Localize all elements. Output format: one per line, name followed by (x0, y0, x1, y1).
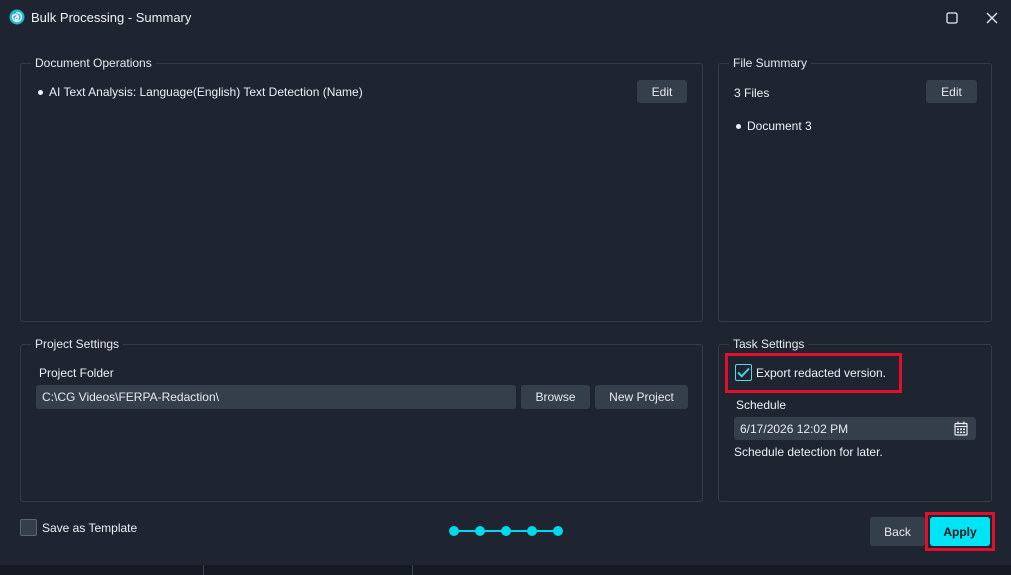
file-summary-legend: File Summary (729, 56, 812, 70)
file-item-label: Document 3 (747, 119, 812, 133)
progress-step-5 (553, 526, 563, 536)
bottom-divider (203, 565, 204, 575)
bullet-icon (38, 89, 43, 95)
maximize-icon (946, 12, 958, 24)
browse-button[interactable]: Browse (521, 385, 590, 409)
project-settings-panel: Project Settings Project Folder C:\CG Vi… (20, 337, 703, 502)
edit-files-button[interactable]: Edit (926, 80, 977, 103)
schedule-datetime-value: 6/17/2026 12:02 PM (740, 421, 849, 436)
progress-step-1 (449, 526, 459, 536)
window-title: Bulk Processing - Summary (31, 10, 192, 25)
file-summary-panel: File Summary 3 Files Edit Document 3 (718, 56, 992, 322)
calendar-icon[interactable] (954, 421, 968, 436)
project-folder-input[interactable]: C:\CG Videos\FERPA-Redaction\ (36, 385, 516, 409)
back-button[interactable]: Back (870, 517, 925, 546)
project-settings-legend: Project Settings (31, 337, 124, 351)
progress-step-3 (501, 526, 511, 536)
apply-button[interactable]: Apply (930, 517, 990, 546)
spiral-app-icon (9, 9, 25, 25)
file-count: 3 Files (734, 86, 770, 100)
close-button[interactable] (982, 8, 1002, 28)
bottom-strip (0, 565, 1011, 575)
bottom-divider (412, 565, 413, 575)
document-operations-legend: Document Operations (31, 56, 156, 70)
title-bar: Bulk Processing - Summary (0, 0, 1011, 36)
operation-item: AI Text Analysis: Language(English) Text… (38, 85, 363, 99)
schedule-label: Schedule (736, 398, 787, 412)
schedule-hint: Schedule detection for later. (734, 445, 883, 459)
file-item: Document 3 (736, 119, 812, 133)
bullet-icon (736, 123, 741, 129)
document-operations-panel: Document Operations AI Text Analysis: La… (20, 56, 703, 322)
progress-step-4 (527, 526, 537, 536)
close-icon (986, 12, 998, 24)
export-highlight-box (725, 353, 902, 393)
progress-step-2 (475, 526, 485, 536)
project-folder-label: Project Folder (39, 366, 114, 380)
task-settings-legend: Task Settings (729, 337, 809, 351)
operation-item-label: AI Text Analysis: Language(English) Text… (49, 85, 363, 99)
schedule-datetime-input[interactable]: 6/17/2026 12:02 PM (734, 417, 976, 440)
progress-steps (449, 526, 563, 536)
maximize-button[interactable] (942, 8, 962, 28)
save-template-label: Save as Template (42, 521, 138, 535)
save-template-checkbox[interactable] (20, 519, 37, 536)
edit-operations-button[interactable]: Edit (637, 80, 687, 103)
new-project-button[interactable]: New Project (595, 385, 688, 409)
